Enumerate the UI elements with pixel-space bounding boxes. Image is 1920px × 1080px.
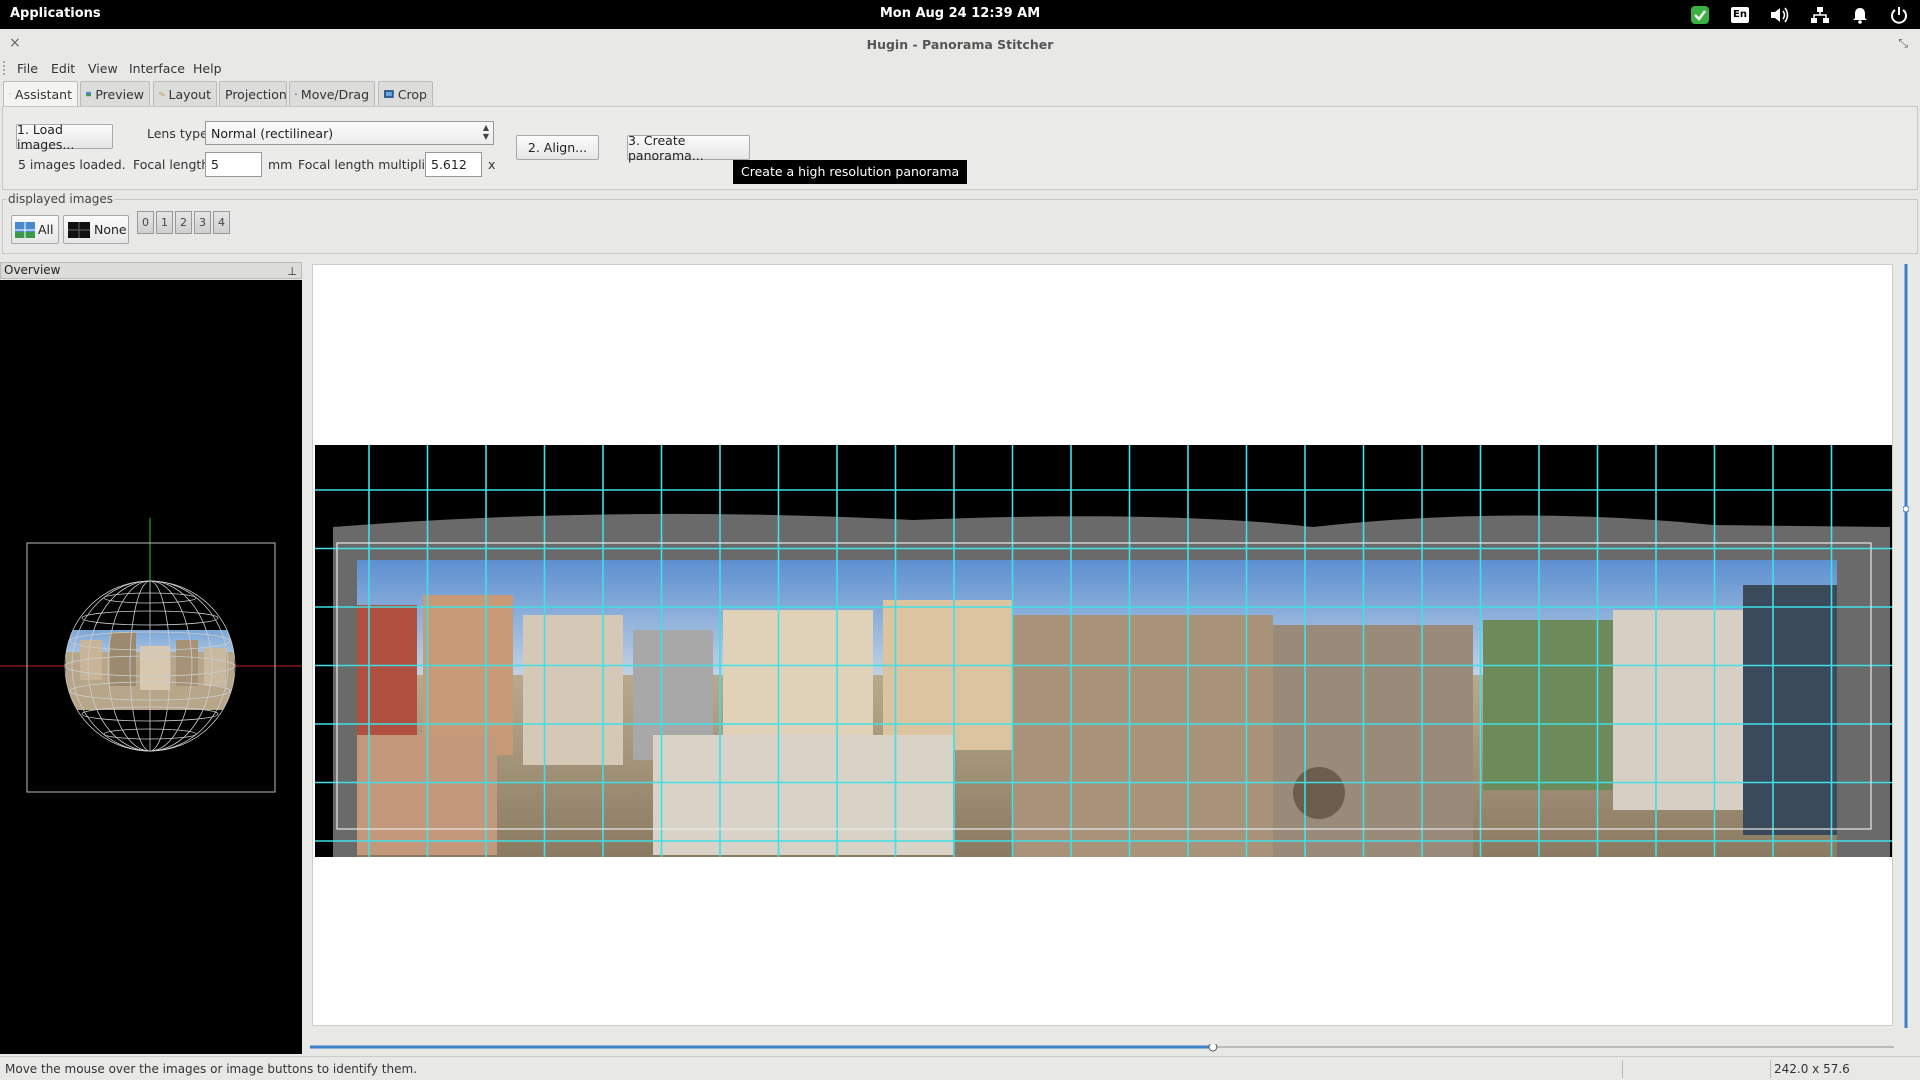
- tab-layout-label: Layout: [168, 86, 212, 102]
- applications-menu[interactable]: Applications: [10, 6, 101, 21]
- spinner-arrows-icon: ▲ ▼: [482, 123, 489, 141]
- bell-icon[interactable]: [1847, 4, 1873, 25]
- image-toggle-1[interactable]: 1: [156, 211, 173, 234]
- status-separator: [1770, 1060, 1771, 1078]
- menu-file[interactable]: File: [17, 61, 38, 76]
- menu-interface[interactable]: Interface: [129, 61, 185, 76]
- keyboard-layout-label: En: [1731, 6, 1749, 23]
- menu-help[interactable]: Help: [193, 61, 222, 76]
- show-all-label: All: [38, 222, 54, 237]
- preview-icon: [86, 91, 92, 97]
- focal-length-label: Focal length:: [133, 157, 214, 172]
- power-icon[interactable]: [1886, 4, 1912, 25]
- focal-length-unit: mm: [268, 157, 293, 172]
- show-none-button[interactable]: None: [63, 215, 129, 244]
- move-drag-icon: [295, 93, 297, 95]
- create-panorama-button[interactable]: 3. Create panorama...: [627, 133, 750, 163]
- overview-header: Overview ⊥: [0, 262, 302, 279]
- top-panel: Applications Mon Aug 24 12:39 AM En: [0, 0, 1920, 29]
- wizard-icon: [9, 93, 11, 95]
- horizontal-scrollbar[interactable]: [310, 1042, 1894, 1052]
- tab-preview-label: Preview: [95, 86, 144, 102]
- layout-icon: [159, 91, 165, 97]
- image-toggle-3[interactable]: 3: [194, 211, 211, 234]
- multiplier-unit: x: [488, 157, 496, 172]
- multiplier-input[interactable]: 5.612: [425, 152, 482, 177]
- displayed-images-group: displayed images: [2, 192, 1918, 254]
- horizontal-scroll-knob[interactable]: [1208, 1042, 1218, 1052]
- keyboard-layout-icon[interactable]: En: [1728, 4, 1752, 25]
- tab-crop[interactable]: Crop: [378, 81, 433, 106]
- tab-crop-label: Crop: [397, 86, 427, 102]
- image-toggle-2[interactable]: 2: [175, 211, 192, 234]
- tab-move-drag[interactable]: Move/Drag: [289, 81, 375, 106]
- status-bar: Move the mouse over the images or image …: [0, 1056, 1920, 1080]
- show-all-button[interactable]: All: [11, 215, 59, 244]
- toolbar-tabs: Assistant Preview Layout Projection Move…: [0, 79, 1920, 106]
- menu-view[interactable]: View: [88, 61, 118, 76]
- image-toggle-0[interactable]: 0: [137, 211, 154, 234]
- displayed-images-legend: displayed images: [7, 192, 115, 206]
- menubar: File Edit View Interface Help: [0, 57, 1920, 79]
- volume-icon[interactable]: [1767, 4, 1793, 25]
- status-message: Move the mouse over the images or image …: [5, 1062, 418, 1076]
- tab-layout[interactable]: Layout: [153, 81, 217, 106]
- status-dimensions: 242.0 x 57.6: [1774, 1062, 1850, 1076]
- no-images-icon: [68, 221, 90, 238]
- overview-title: Overview: [4, 263, 61, 277]
- window-title: Hugin - Panorama Stitcher: [866, 37, 1054, 52]
- check-shield-icon[interactable]: [1688, 4, 1712, 25]
- tab-preview[interactable]: Preview: [80, 81, 150, 106]
- preview-canvas[interactable]: [312, 264, 1893, 1026]
- show-none-label: None: [94, 222, 127, 237]
- lens-type-value: Normal (rectilinear): [211, 126, 334, 141]
- align-button[interactable]: 2. Align...: [516, 135, 599, 160]
- image-toggle-4[interactable]: 4: [213, 211, 230, 234]
- network-icon[interactable]: [1807, 4, 1833, 25]
- tab-assistant-label: Assistant: [15, 86, 72, 102]
- menu-edit[interactable]: Edit: [51, 61, 75, 76]
- focal-length-input[interactable]: 5: [205, 152, 262, 177]
- tab-projection[interactable]: Projection: [219, 81, 287, 106]
- clock[interactable]: Mon Aug 24 12:39 AM: [880, 6, 1040, 21]
- lens-type-select[interactable]: Normal (rectilinear) ▲ ▼: [205, 121, 494, 145]
- tab-assistant[interactable]: Assistant: [3, 81, 78, 106]
- tab-projection-label: Projection: [225, 86, 287, 102]
- overview-panel: Overview ⊥: [0, 262, 302, 1054]
- vertical-scrollbar[interactable]: [1902, 264, 1910, 1028]
- images-loaded-text: 5 images loaded.: [18, 157, 126, 172]
- crop-icon: [384, 90, 394, 98]
- status-separator: [1622, 1060, 1623, 1078]
- tab-move-drag-label: Move/Drag: [300, 86, 369, 102]
- all-images-icon: [15, 221, 35, 238]
- overview-canvas[interactable]: [0, 280, 302, 1054]
- restore-window-button[interactable]: ⤡: [1898, 36, 1908, 51]
- tooltip: Create a high resolution panorama: [733, 160, 968, 184]
- pin-icon[interactable]: ⊥: [287, 264, 297, 279]
- load-images-button[interactable]: 1. Load images...: [16, 122, 113, 152]
- lens-type-label: Lens type:: [147, 126, 212, 141]
- window-titlebar: × Hugin - Panorama Stitcher ⤡: [0, 29, 1920, 57]
- menubar-grip-icon: [3, 61, 8, 75]
- multiplier-label: Focal length multiplier:: [298, 157, 442, 172]
